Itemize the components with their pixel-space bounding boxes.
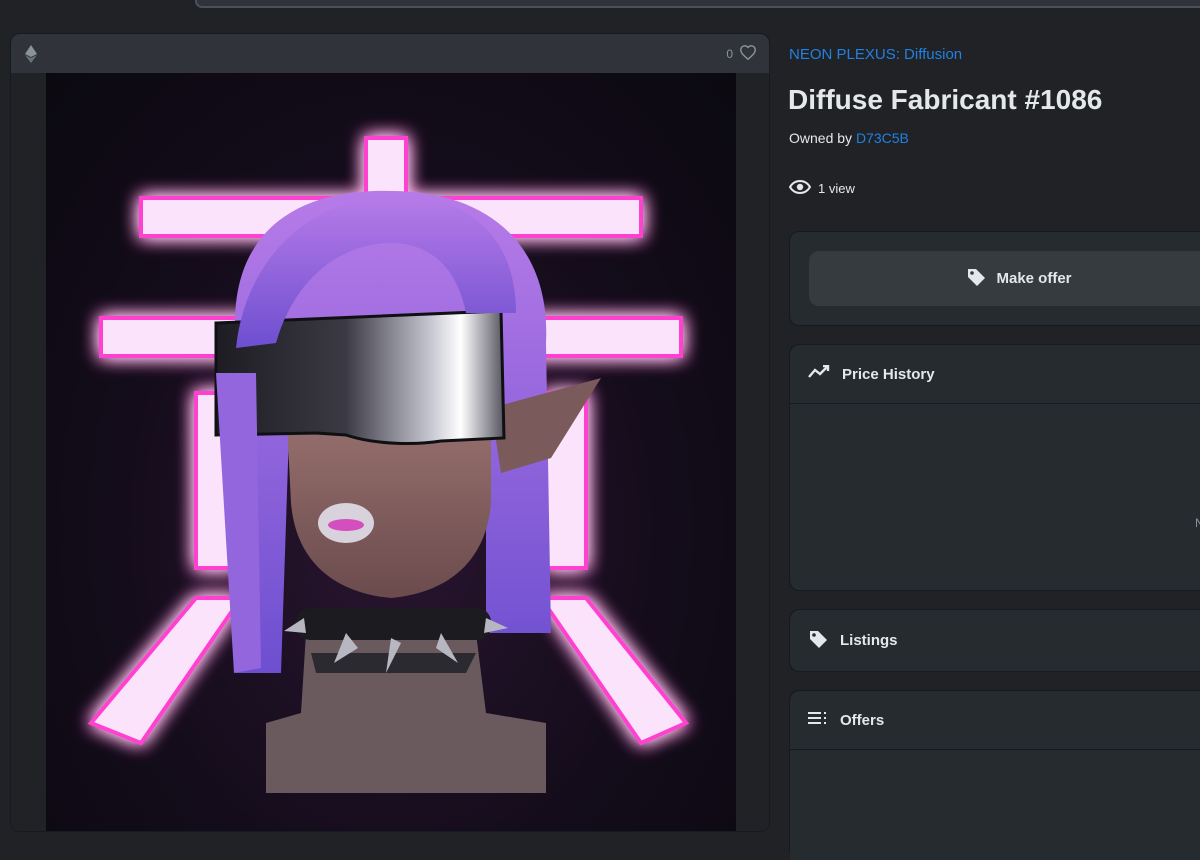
price-history-body: N [790, 404, 1200, 590]
price-history-panel: Price History N [789, 344, 1200, 591]
favorite-control[interactable]: 0 [726, 44, 757, 63]
tag-icon [966, 267, 986, 291]
owned-by-label: Owned by [789, 130, 853, 146]
list-icon [808, 711, 828, 729]
offers-panel: Offers [789, 690, 1200, 860]
views-row: 1 view [788, 179, 855, 197]
make-offer-label: Make offer [996, 270, 1072, 287]
make-offer-button[interactable]: Make offer [809, 251, 1200, 306]
item-title: Diffuse Fabricant #1086 [788, 84, 1103, 115]
trend-line-icon [808, 364, 830, 383]
tag-icon [808, 629, 828, 653]
nft-artwork-image[interactable] [46, 73, 736, 831]
listings-title: Listings [840, 632, 898, 649]
ethereum-icon [25, 44, 39, 64]
collection-link[interactable]: NEON PLEXUS: Diffusion [789, 46, 962, 63]
price-history-title: Price History [842, 365, 935, 383]
price-history-empty-text: N [1195, 516, 1200, 530]
offers-header[interactable]: Offers [790, 691, 1200, 750]
make-offer-panel: Make offer [789, 231, 1200, 326]
offers-body [790, 750, 1200, 860]
eye-icon [788, 179, 812, 197]
media-header: 0 [11, 34, 769, 73]
views-count: 1 view [818, 181, 855, 196]
favorite-count: 0 [726, 46, 733, 61]
heart-icon[interactable] [739, 44, 757, 63]
item-media-card: 0 [10, 33, 770, 832]
owner-row: Owned by D73C5B [789, 130, 909, 146]
listings-header[interactable]: Listings [790, 610, 1200, 671]
listings-panel: Listings [789, 609, 1200, 672]
offers-title: Offers [840, 711, 885, 729]
media-body [11, 73, 769, 831]
price-history-header[interactable]: Price History [790, 345, 1200, 404]
search-bar[interactable] [195, 0, 1200, 8]
owner-link[interactable]: D73C5B [856, 130, 909, 146]
